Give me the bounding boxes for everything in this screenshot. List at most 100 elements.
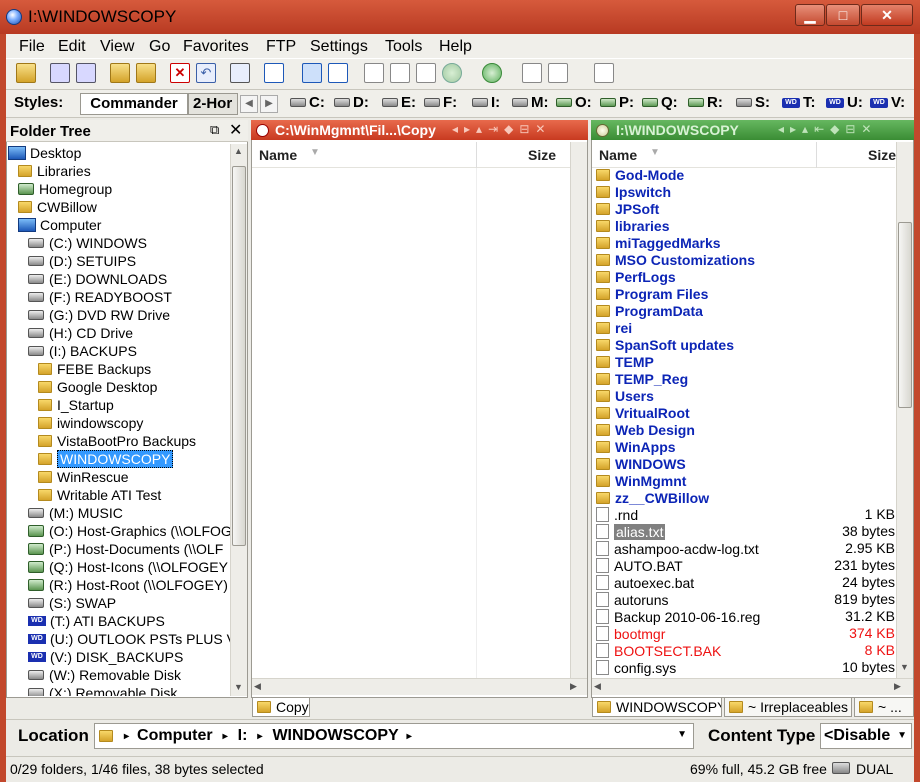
menu-ftp[interactable]: FTP: [266, 38, 296, 56]
file-row[interactable]: TEMP: [592, 353, 895, 370]
tree-item[interactable]: (O:) Host-Graphics (\\OLFOG: [28, 522, 230, 540]
tree-item[interactable]: WD (T:) ATI BACKUPS: [28, 612, 165, 630]
menu-settings[interactable]: Settings: [310, 38, 368, 56]
styles-scroll-right[interactable]: ▶: [260, 95, 278, 113]
right-file-list[interactable]: God-Mode Ipswitch JPSoft libraries miTaggedM…: [592, 166, 895, 676]
undo-icon[interactable]: ↶: [196, 63, 216, 83]
file-row[interactable]: MSO Customizations: [592, 251, 895, 268]
menu-view[interactable]: View: [100, 38, 134, 56]
file-row[interactable]: God-Mode: [592, 166, 895, 183]
menu-favorites[interactable]: Favorites: [183, 38, 249, 56]
left-pane-tab-copy[interactable]: Copy: [252, 697, 310, 717]
tree-item[interactable]: WinRescue: [38, 468, 129, 486]
drive-button-m[interactable]: M:: [512, 94, 549, 111]
tree-item[interactable]: (C:) WINDOWS: [28, 234, 147, 252]
menu-edit[interactable]: Edit: [58, 38, 86, 56]
tree-item[interactable]: (W:) Removable Disk: [28, 666, 181, 684]
file-row[interactable]: Ipswitch: [592, 183, 895, 200]
right-pane-tab-more[interactable]: ~ ...: [854, 697, 914, 717]
file-row[interactable]: config.sys 10 bytes: [592, 659, 895, 676]
drive-button-s[interactable]: S:: [736, 94, 770, 111]
drive-button-t[interactable]: WD T:: [782, 94, 816, 111]
back-icon[interactable]: [442, 63, 462, 83]
delete-icon[interactable]: ✕: [170, 63, 190, 83]
drive-button-o[interactable]: O:: [556, 94, 592, 111]
style-tab-commander[interactable]: Commander: [80, 93, 188, 115]
right-pane-hscroll[interactable]: ◀ ▶: [592, 678, 913, 695]
drive-button-r[interactable]: R:: [688, 94, 723, 111]
rename-icon[interactable]: [136, 63, 156, 83]
tree-item[interactable]: Google Desktop: [38, 378, 157, 396]
file-row[interactable]: TEMP_Reg: [592, 370, 895, 387]
tree-item[interactable]: (R:) Host-Root (\\OLFOGEY): [28, 576, 228, 594]
tree-item[interactable]: Homegroup: [18, 180, 112, 198]
location-dropdown-icon[interactable]: ▼: [677, 729, 687, 740]
file-row[interactable]: .rnd 1 KB: [592, 506, 895, 523]
drive-button-c[interactable]: C:: [290, 94, 325, 111]
select-icon[interactable]: [50, 63, 70, 83]
checklist-icon[interactable]: [364, 63, 384, 83]
select-info-icon[interactable]: [76, 63, 96, 83]
tree-item[interactable]: (H:) CD Drive: [28, 324, 133, 342]
file-row[interactable]: PerfLogs: [592, 268, 895, 285]
file-row[interactable]: SpanSoft updates: [592, 336, 895, 353]
styles-scroll-left[interactable]: ◀: [240, 95, 258, 113]
folder-tree-list[interactable]: Desktop Libraries Homegroup CWBillow Compute…: [8, 144, 230, 696]
drive-button-p[interactable]: P:: [600, 94, 634, 111]
style-tab-2-hor[interactable]: 2-Hor: [188, 93, 238, 115]
tree-item[interactable]: (F:) READYBOOST: [28, 288, 172, 306]
find-icon[interactable]: [230, 63, 250, 83]
menu-tools[interactable]: Tools: [385, 38, 422, 56]
drive-button-e[interactable]: E:: [382, 94, 416, 111]
tree-item[interactable]: (E:) DOWNLOADS: [28, 270, 167, 288]
drive-button-d[interactable]: D:: [334, 94, 369, 111]
file-row[interactable]: ProgramData: [592, 302, 895, 319]
file-row[interactable]: WINDOWS: [592, 455, 895, 472]
file-row[interactable]: autoruns 819 bytes: [592, 591, 895, 608]
tree-item[interactable]: (D:) SETUIPS: [28, 252, 136, 270]
file-row[interactable]: libraries: [592, 217, 895, 234]
breadcrumb-drive[interactable]: I:: [238, 727, 248, 745]
tree-vscroll[interactable]: ▲ ▼: [230, 144, 247, 696]
tree-item[interactable]: (S:) SWAP: [28, 594, 116, 612]
close-button[interactable]: ✕: [861, 4, 913, 26]
tree-item[interactable]: (X:) Removable Disk: [28, 684, 177, 696]
breadcrumb-computer[interactable]: Computer: [137, 727, 213, 745]
file-row[interactable]: bootmgr 374 KB: [592, 625, 895, 642]
tree-item[interactable]: (I:) BACKUPS: [28, 342, 137, 360]
tree-item[interactable]: Computer: [18, 216, 101, 234]
left-col-size[interactable]: Size: [528, 147, 556, 163]
tree-item[interactable]: VistaBootPro Backups: [38, 432, 196, 450]
copy-icon[interactable]: [390, 63, 410, 83]
file-row[interactable]: Backup 2010-06-16.reg 31.2 KB: [592, 608, 895, 625]
maximize-button[interactable]: □: [826, 4, 860, 26]
notes-icon[interactable]: [594, 63, 614, 83]
file-row[interactable]: Users: [592, 387, 895, 404]
tree-item[interactable]: Writable ATI Test: [38, 486, 161, 504]
tree-item[interactable]: I_Startup: [38, 396, 114, 414]
file-row[interactable]: rei: [592, 319, 895, 336]
right-pane-tab-windowscopy[interactable]: WINDOWSCOPY: [592, 697, 722, 717]
file-row[interactable]: Program Files: [592, 285, 895, 302]
file-row[interactable]: miTaggedMarks: [592, 234, 895, 251]
tree-item[interactable]: CWBillow: [18, 198, 97, 216]
left-pane-nav-icons[interactable]: ◂▸▴⇥◆⊟✕: [452, 122, 551, 136]
drive-button-u[interactable]: WD U:: [826, 94, 863, 111]
content-type-select[interactable]: <Disable ▼: [820, 723, 912, 749]
file-row[interactable]: BOOTSECT.BAK 8 KB: [592, 642, 895, 659]
tree-item[interactable]: Desktop: [8, 144, 81, 162]
tree-item[interactable]: (G:) DVD RW Drive: [28, 306, 170, 324]
right-pane-vscroll[interactable]: ▼: [896, 142, 913, 678]
drive-button-q[interactable]: Q:: [642, 94, 678, 111]
right-scroll-thumb[interactable]: [898, 222, 912, 408]
file-row[interactable]: JPSoft: [592, 200, 895, 217]
left-pane-hscroll[interactable]: ◀ ▶: [252, 678, 587, 695]
menu-file[interactable]: File: [19, 38, 45, 56]
tree-item[interactable]: FEBE Backups: [38, 360, 151, 378]
minimize-button[interactable]: ▁: [795, 4, 825, 26]
file-row[interactable]: VritualRoot: [592, 404, 895, 421]
file-row[interactable]: alias.txt 38 bytes: [592, 523, 895, 540]
right-pane-nav-icons[interactable]: ◂▸▴⇤◆⊟✕: [778, 122, 877, 136]
file-row[interactable]: WinApps: [592, 438, 895, 455]
menu-go[interactable]: Go: [149, 38, 170, 56]
